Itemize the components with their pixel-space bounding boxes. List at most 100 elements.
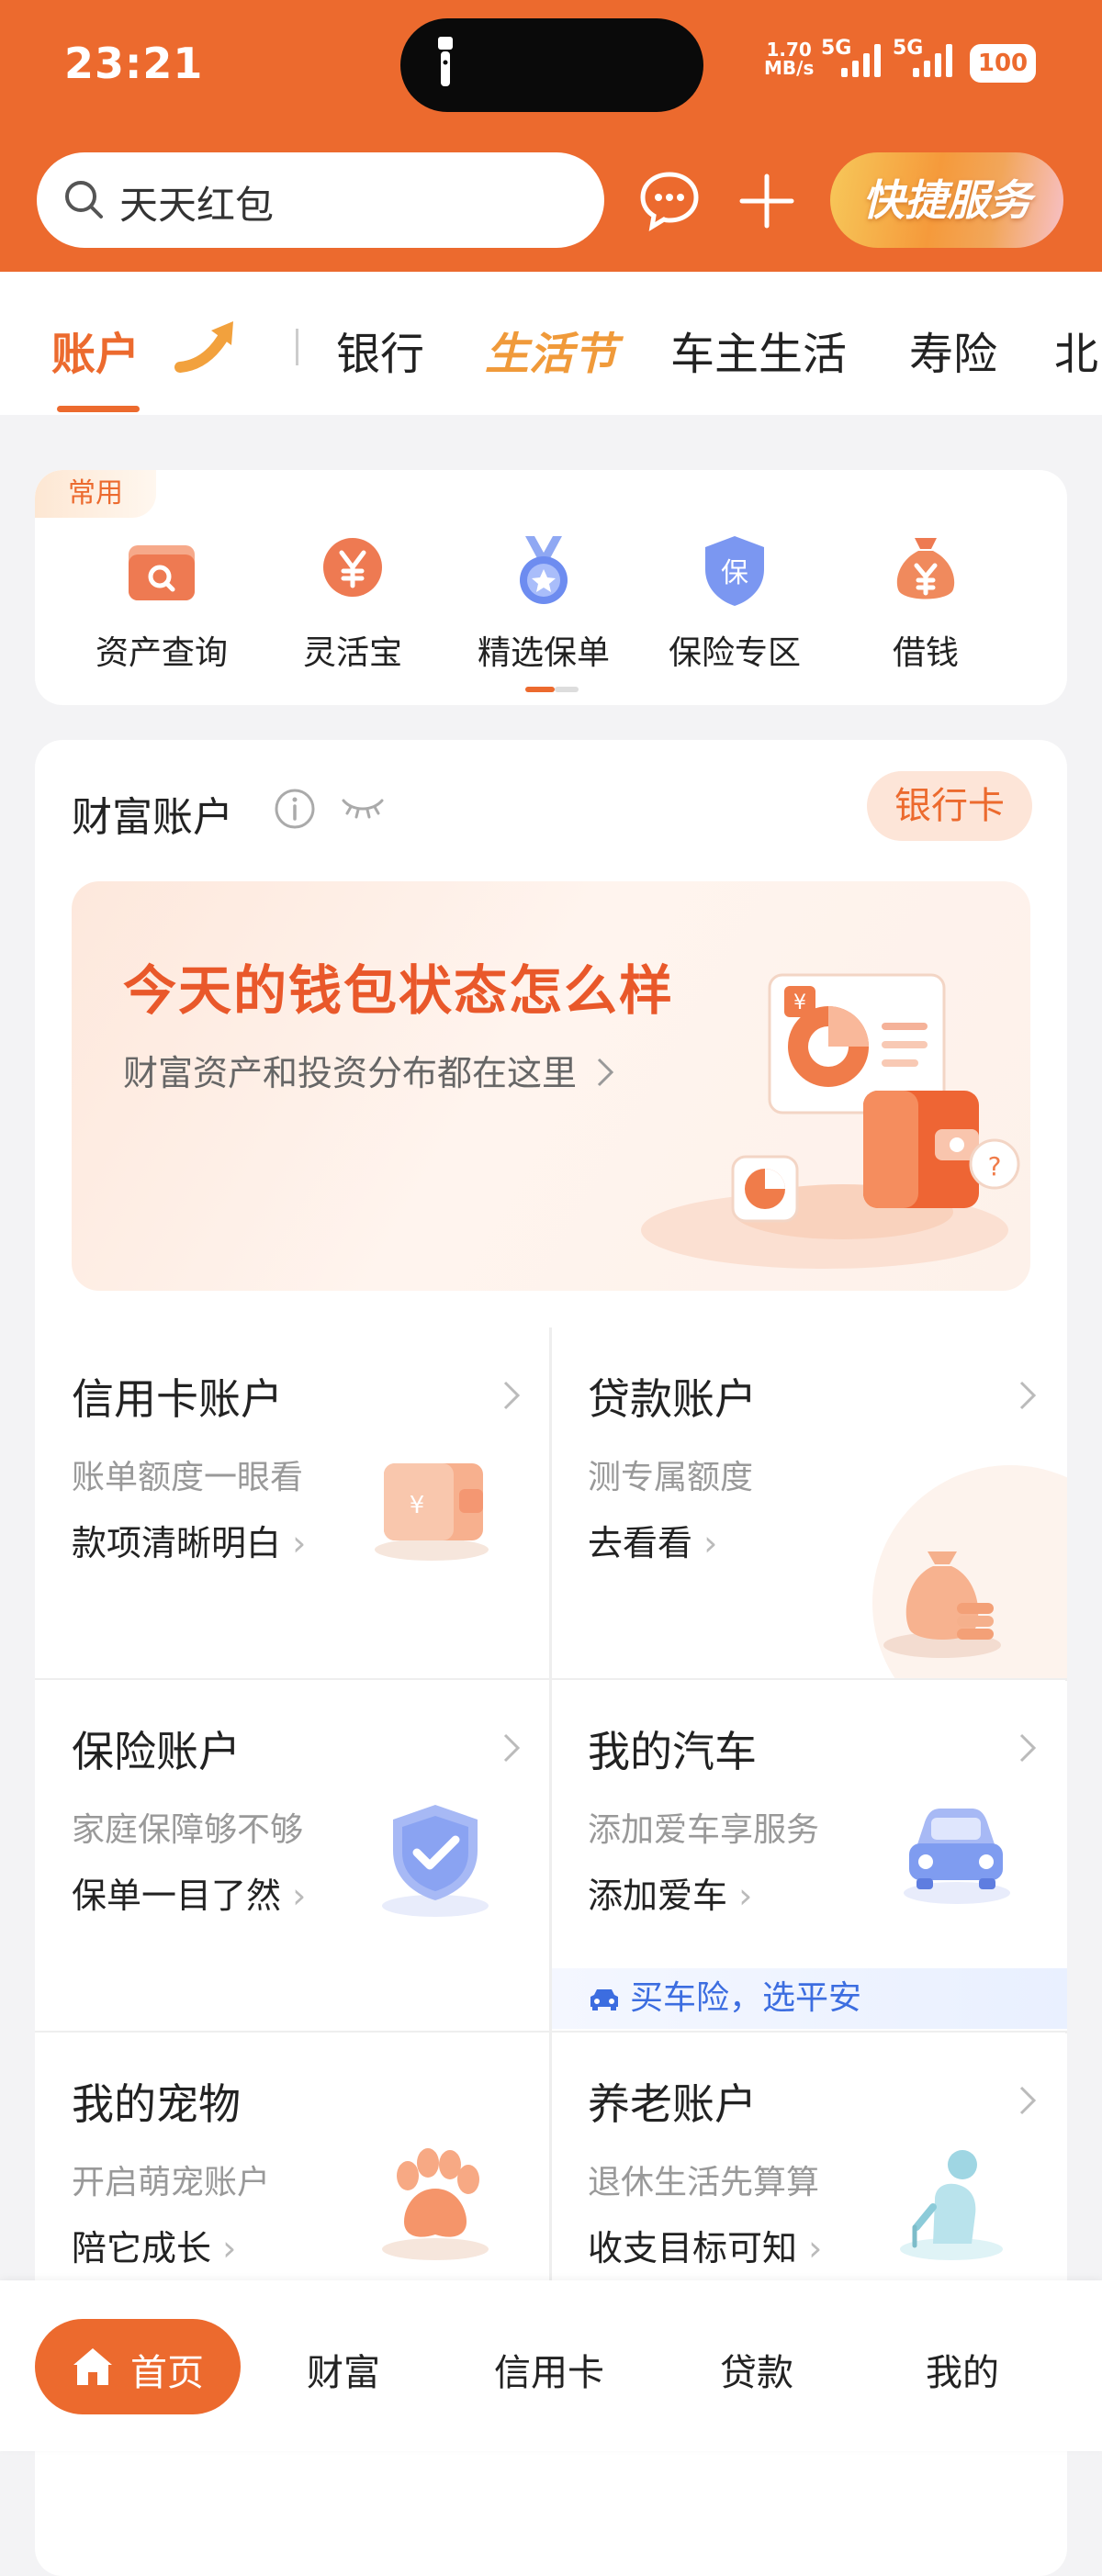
shield-bao-icon: 保 bbox=[705, 536, 764, 606]
common-tag: 常用 bbox=[35, 470, 156, 518]
info-icon[interactable] bbox=[274, 788, 316, 830]
paw-icon bbox=[382, 2148, 489, 2260]
car-small-icon bbox=[590, 1989, 618, 2010]
status-time: 23:21 bbox=[64, 39, 204, 88]
quick-item-insurance-zone[interactable]: 保 保险专区 bbox=[643, 532, 826, 674]
asset-query-icon bbox=[129, 545, 195, 600]
eye-closed-icon[interactable] bbox=[340, 793, 386, 821]
cell-title: 贷款账户 bbox=[588, 1374, 757, 1424]
common-services-card: 常用 资产查询 灵活宝 精选保单 保 保险专区 借钱 bbox=[35, 470, 1067, 705]
svg-text:保: 保 bbox=[721, 557, 748, 589]
net-speed-value: 1.70 bbox=[766, 39, 812, 61]
medal-icon bbox=[520, 536, 568, 604]
tab-north[interactable]: 北 bbox=[1054, 318, 1098, 382]
search-icon bbox=[65, 181, 103, 218]
shield-check-icon bbox=[382, 1805, 489, 1917]
cell-link-text: 款项清晰明白 bbox=[72, 1523, 282, 1563]
banner-title: 今天的钱包状态怎么样 bbox=[123, 959, 675, 1022]
cell-link: 去看看 › bbox=[588, 1515, 717, 1565]
nav-mine[interactable]: 我的 bbox=[889, 2343, 1036, 2396]
plus-icon[interactable] bbox=[735, 169, 799, 233]
quick-item-label: 借钱 bbox=[892, 634, 959, 672]
quick-item-asset-query[interactable]: 资产查询 bbox=[70, 532, 253, 674]
banner-subtitle-text: 财富资产和投资分布都在这里 bbox=[123, 1053, 578, 1093]
quick-item-borrow[interactable]: 借钱 bbox=[834, 532, 1018, 674]
svg-text:?: ? bbox=[988, 1151, 1002, 1182]
nav-loan[interactable]: 贷款 bbox=[683, 2343, 830, 2396]
page-indicator bbox=[525, 687, 579, 692]
chevron-right-icon: › bbox=[292, 1876, 307, 1916]
cell-link-text: 收支目标可知 bbox=[588, 2228, 798, 2268]
cell-desc: 退休生活先算算 bbox=[588, 2164, 820, 2201]
cell-desc: 测专属额度 bbox=[588, 1459, 754, 1496]
cell-link-text: 陪它成长 bbox=[72, 2228, 212, 2268]
money-bag-icon bbox=[896, 538, 955, 599]
credit-card-wallet-icon: ¥ bbox=[375, 1463, 489, 1561]
wallet-banner[interactable]: 今天的钱包状态怎么样 财富资产和投资分布都在这里 ¥ ? bbox=[72, 881, 1030, 1291]
money-bag-coins-icon bbox=[872, 1465, 1067, 1678]
cell-link-text: 添加爱车 bbox=[588, 1876, 728, 1916]
cell-link: 陪它成长 › bbox=[72, 2220, 236, 2270]
wealth-title: 财富账户 bbox=[72, 794, 233, 841]
loan-account-cell[interactable]: 贷款账户 测专属额度 去看看 › bbox=[551, 1327, 1067, 1678]
chevron-right-icon bbox=[503, 1381, 521, 1410]
nav-home-label: 首页 bbox=[130, 2352, 204, 2394]
tab-account[interactable]: 账户 bbox=[51, 318, 140, 382]
cell-title: 保险账户 bbox=[72, 1727, 241, 1776]
car-insurance-promo[interactable]: 买车险，选平安 bbox=[551, 1968, 1067, 2029]
cell-link: 保单一目了然 › bbox=[72, 1867, 306, 1918]
quick-item-selected-policy[interactable]: 精选保单 bbox=[452, 532, 635, 674]
cell-link: 款项清晰明白 › bbox=[72, 1515, 306, 1565]
cell-title: 我的宠物 bbox=[72, 2079, 241, 2129]
chevron-right-icon bbox=[1019, 1381, 1037, 1410]
quick-item-label: 精选保单 bbox=[477, 634, 610, 672]
signal-bars-1-icon bbox=[841, 44, 881, 77]
battery-indicator: 100 bbox=[970, 44, 1036, 83]
nav-home[interactable]: 首页 bbox=[35, 2319, 241, 2414]
tab-bank[interactable]: 银行 bbox=[336, 318, 424, 382]
signal-bars-2-icon bbox=[913, 44, 952, 77]
cell-link: 添加爱车 › bbox=[588, 1867, 752, 1918]
net-speed-unit: MB/s bbox=[764, 57, 815, 79]
chevron-right-icon bbox=[1019, 2086, 1037, 2115]
svg-text:¥: ¥ bbox=[793, 991, 806, 1014]
tab-car-owner-life[interactable]: 车主生活 bbox=[670, 318, 847, 382]
tab-divider bbox=[296, 329, 298, 365]
bank-card-button[interactable]: 银行卡 bbox=[867, 771, 1032, 841]
cell-title: 信用卡账户 bbox=[72, 1374, 283, 1424]
car-icon bbox=[904, 1809, 1010, 1904]
nav-wealth[interactable]: 财富 bbox=[270, 2343, 417, 2396]
yuan-coin-icon bbox=[323, 538, 382, 597]
grid-vertical-divider bbox=[549, 1327, 552, 2429]
bottom-navigation: 首页 财富 信用卡 贷款 我的 bbox=[0, 2280, 1102, 2451]
chevron-right-icon: › bbox=[292, 1523, 307, 1563]
cell-title: 我的汽车 bbox=[588, 1727, 757, 1776]
quick-item-label: 保险专区 bbox=[668, 634, 801, 672]
chevron-right-icon: › bbox=[738, 1876, 753, 1916]
tab-life-insurance[interactable]: 寿险 bbox=[909, 318, 997, 382]
quick-service-button[interactable]: 快捷服务 bbox=[830, 152, 1063, 248]
chevron-right-icon bbox=[1019, 1733, 1037, 1763]
cell-link: 收支目标可知 › bbox=[588, 2220, 822, 2270]
tab-life-festival[interactable]: 生活节 bbox=[485, 318, 617, 382]
category-tabs: 账户 银行 生活节 车主生活 寿险 北 bbox=[0, 272, 1102, 415]
quick-item-label: 灵活宝 bbox=[302, 634, 402, 672]
chevron-right-icon bbox=[503, 1733, 521, 1763]
chevron-right-icon: › bbox=[222, 2228, 237, 2268]
active-tab-indicator bbox=[57, 406, 140, 412]
chevron-right-icon: › bbox=[808, 2228, 823, 2268]
cell-desc: 家庭保障够不够 bbox=[72, 1811, 304, 1849]
search-placeholder: 天天红包 bbox=[119, 183, 275, 228]
nav-credit-card[interactable]: 信用卡 bbox=[476, 2343, 623, 2396]
top-bar: 23:21 1.70 MB/s 5G 5G 100 天天红包 快捷服务 bbox=[0, 0, 1102, 272]
search-bar[interactable]: 天天红包 bbox=[37, 152, 604, 248]
insurance-account-cell[interactable]: 保险账户 家庭保障够不够 保单一目了然 › bbox=[35, 1680, 549, 2031]
cell-desc: 添加爱车享服务 bbox=[588, 1811, 820, 1849]
cell-link-text: 保单一目了然 bbox=[72, 1876, 282, 1916]
cell-desc: 开启萌宠账户 bbox=[72, 2164, 271, 2201]
quick-item-flexible-treasure[interactable]: 灵活宝 bbox=[261, 532, 444, 674]
message-icon[interactable] bbox=[637, 169, 702, 233]
credit-card-account-cell[interactable]: 信用卡账户 账单额度一眼看 款项清晰明白 › ¥ bbox=[35, 1327, 549, 1678]
car-promo-text: 买车险，选平安 bbox=[630, 1979, 862, 2017]
chevron-right-icon: › bbox=[703, 1523, 718, 1563]
